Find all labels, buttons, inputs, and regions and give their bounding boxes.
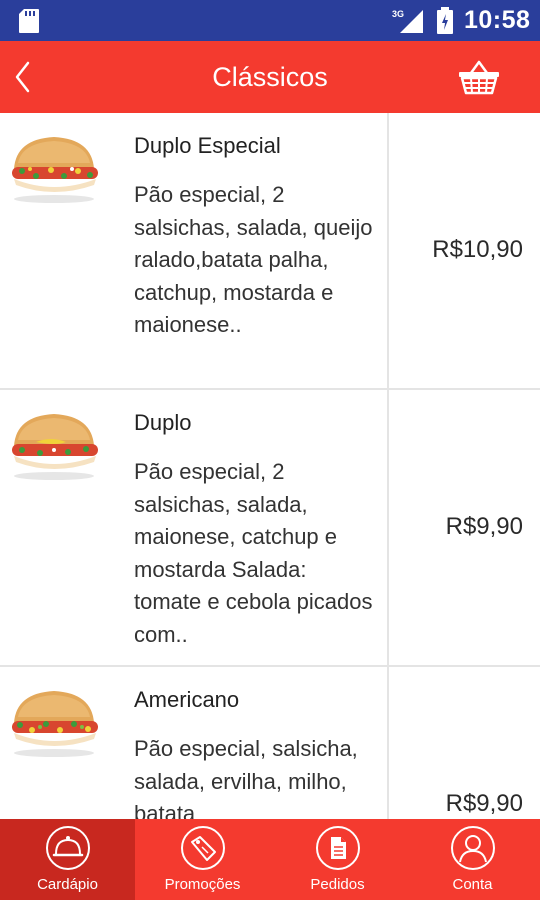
product-list[interactable]: Duplo Especial Pão especial, 2 salsichas… <box>0 113 540 819</box>
tag-icon <box>181 826 225 870</box>
sd-card-icon <box>19 9 39 33</box>
hot-dog-image <box>12 414 98 480</box>
hot-dog-image <box>12 137 98 203</box>
document-icon <box>316 826 360 870</box>
divider <box>387 113 389 388</box>
nav-label: Conta <box>452 876 493 893</box>
cloche-icon <box>46 826 90 870</box>
product-price: R$9,90 <box>445 790 523 817</box>
product-name: Duplo Especial <box>134 133 281 158</box>
basket-icon <box>459 60 499 95</box>
product-price: R$9,90 <box>445 513 523 540</box>
nav-label: Pedidos <box>310 876 365 893</box>
clock: 10:58 <box>464 6 531 34</box>
nav-item-pedidos[interactable]: Pedidos <box>270 819 405 900</box>
nav-label: Promoções <box>164 876 241 893</box>
battery-icon <box>437 7 453 34</box>
product-name: Duplo <box>134 410 192 435</box>
signal-icon: 3G <box>392 9 423 33</box>
product-item[interactable]: Duplo Pão especial, 2 salsichas, salada,… <box>0 390 540 667</box>
product-description: Pão especial, 2 salsichas, salada, queij… <box>134 182 373 337</box>
product-item[interactable]: Americano Pão especial, salsicha, salada… <box>0 667 540 819</box>
product-description: Pão especial, 2 salsichas, salada, maion… <box>134 459 373 647</box>
nav-label: Cardápio <box>37 876 98 893</box>
divider <box>387 667 389 819</box>
nav-item-cardapio[interactable]: Cardápio <box>0 819 135 900</box>
network-type: 3G <box>392 9 404 19</box>
bottom-navigation: Cardápio Promoções Pedidos Conta <box>0 819 540 900</box>
product-item[interactable]: Duplo Especial Pão especial, 2 salsichas… <box>0 113 540 390</box>
status-bar: 3G 10:58 <box>0 0 540 41</box>
product-description: Pão especial, salsicha, salada, ervilha,… <box>134 736 358 819</box>
app-bar: Clássicos <box>0 41 540 113</box>
nav-item-conta[interactable]: Conta <box>405 819 540 900</box>
user-icon <box>451 826 495 870</box>
product-price: R$10,90 <box>432 236 523 263</box>
divider <box>387 390 389 665</box>
cart-button[interactable] <box>455 55 503 99</box>
product-name: Americano <box>134 687 240 712</box>
nav-item-promocoes[interactable]: Promoções <box>135 819 270 900</box>
hot-dog-image <box>12 691 98 757</box>
